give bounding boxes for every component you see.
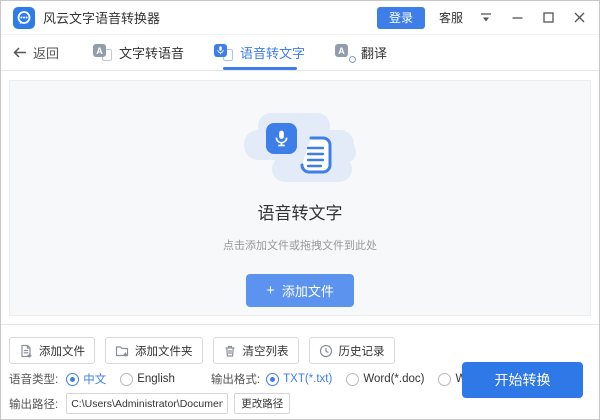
radio-label: English bbox=[137, 373, 175, 385]
toolbar-button-label: 添加文件 bbox=[39, 345, 85, 358]
file-drop-zone[interactable]: 语音转文字 点击添加文件或拖拽文件到此处 + 添加文件 bbox=[9, 80, 591, 316]
history-button[interactable]: 历史记录 bbox=[308, 337, 395, 364]
speech-to-text-icon bbox=[214, 44, 234, 61]
output-path-row: 输出路径: 更改路径 bbox=[9, 393, 291, 414]
add-file-toolbar-button[interactable]: 添加文件 bbox=[9, 337, 95, 364]
tab-speech-to-text[interactable]: 语音转文字 bbox=[212, 35, 307, 70]
toolbar-button-label: 历史记录 bbox=[338, 345, 385, 358]
add-file-button[interactable]: + 添加文件 bbox=[246, 274, 354, 307]
active-tab-underline bbox=[222, 67, 297, 70]
start-conversion-button[interactable]: 开始转换 bbox=[462, 362, 583, 398]
radio-icon bbox=[346, 372, 360, 386]
tab-translate[interactable]: A 翻译 bbox=[333, 35, 389, 70]
options-row: 语音类型: 中文 English 输出格式: TXT(*.txt) Word(*… bbox=[9, 370, 536, 388]
add-file-label: 添加文件 bbox=[281, 284, 334, 299]
file-toolbar: 添加文件 添加文件夹 清空列表 历史记录 bbox=[9, 337, 395, 364]
output-format-label: 输出格式: bbox=[210, 374, 261, 386]
back-arrow-icon bbox=[13, 47, 26, 58]
radio-icon bbox=[266, 372, 280, 386]
translate-icon: A bbox=[335, 44, 357, 63]
app-logo-icon bbox=[13, 6, 35, 29]
clear-list-button[interactable]: 清空列表 bbox=[212, 337, 299, 364]
radio-label: TXT(*.txt) bbox=[283, 373, 333, 385]
radio-icon bbox=[120, 372, 134, 386]
main-area: 语音转文字 点击添加文件或拖拽文件到此处 + 添加文件 bbox=[1, 72, 599, 324]
document-icon bbox=[299, 135, 333, 182]
app-window: 风云文字语音转换器 登录 客服 返回 A 文字转语音 语音转文字 A 翻译 语音… bbox=[0, 0, 600, 420]
login-button[interactable]: 登录 bbox=[376, 6, 425, 29]
radio-icon bbox=[66, 372, 80, 386]
toolbar-button-label: 清空列表 bbox=[242, 345, 289, 358]
support-link[interactable]: 客服 bbox=[439, 9, 463, 26]
tab-label: 语音转文字 bbox=[240, 46, 306, 61]
title-bar: 风云文字语音转换器 登录 客服 bbox=[1, 1, 599, 35]
radio-chinese[interactable]: 中文 bbox=[66, 371, 106, 387]
radio-word-doc[interactable]: Word(*.doc) bbox=[346, 372, 425, 386]
toolbar-button-label: 添加文件夹 bbox=[135, 345, 193, 358]
dropzone-title: 语音转文字 bbox=[257, 204, 343, 223]
close-button[interactable] bbox=[571, 10, 587, 26]
file-plus-icon bbox=[21, 344, 32, 357]
maximize-button[interactable] bbox=[540, 10, 556, 26]
radio-icon bbox=[438, 372, 452, 386]
back-label: 返回 bbox=[33, 46, 60, 61]
text-to-speech-icon: A bbox=[93, 44, 113, 61]
trash-icon bbox=[225, 345, 234, 357]
voice-type-label: 语音类型: bbox=[9, 374, 59, 386]
dropzone-hint: 点击添加文件或拖拽文件到此处 bbox=[223, 240, 377, 252]
minimize-button[interactable] bbox=[509, 10, 525, 26]
menu-caret-icon[interactable] bbox=[478, 10, 494, 26]
radio-txt[interactable]: TXT(*.txt) bbox=[266, 372, 333, 386]
output-path-input[interactable] bbox=[66, 393, 229, 414]
folder-plus-icon bbox=[115, 345, 129, 356]
radio-english[interactable]: English bbox=[120, 372, 175, 386]
tab-label: 翻译 bbox=[361, 46, 388, 61]
tab-label: 文字转语音 bbox=[119, 46, 185, 61]
radio-label: 中文 bbox=[83, 374, 107, 386]
app-title: 风云文字语音转换器 bbox=[43, 11, 161, 26]
add-folder-button[interactable]: 添加文件夹 bbox=[105, 337, 203, 364]
plus-icon: + bbox=[266, 282, 275, 299]
microphone-icon bbox=[266, 123, 297, 154]
back-button[interactable]: 返回 bbox=[13, 35, 59, 70]
output-path-label: 输出路径: bbox=[9, 398, 59, 411]
change-path-button[interactable]: 更改路径 bbox=[234, 393, 291, 414]
bottom-panel: 添加文件 添加文件夹 清空列表 历史记录 语音类型: 中文 English 输出… bbox=[1, 324, 599, 419]
tab-text-to-speech[interactable]: A 文字转语音 bbox=[91, 35, 186, 70]
tab-bar: 返回 A 文字转语音 语音转文字 A 翻译 bbox=[1, 35, 599, 71]
radio-label: Word(*.doc) bbox=[363, 373, 425, 385]
speech-to-text-illustration bbox=[244, 113, 356, 183]
clock-icon bbox=[319, 344, 332, 357]
